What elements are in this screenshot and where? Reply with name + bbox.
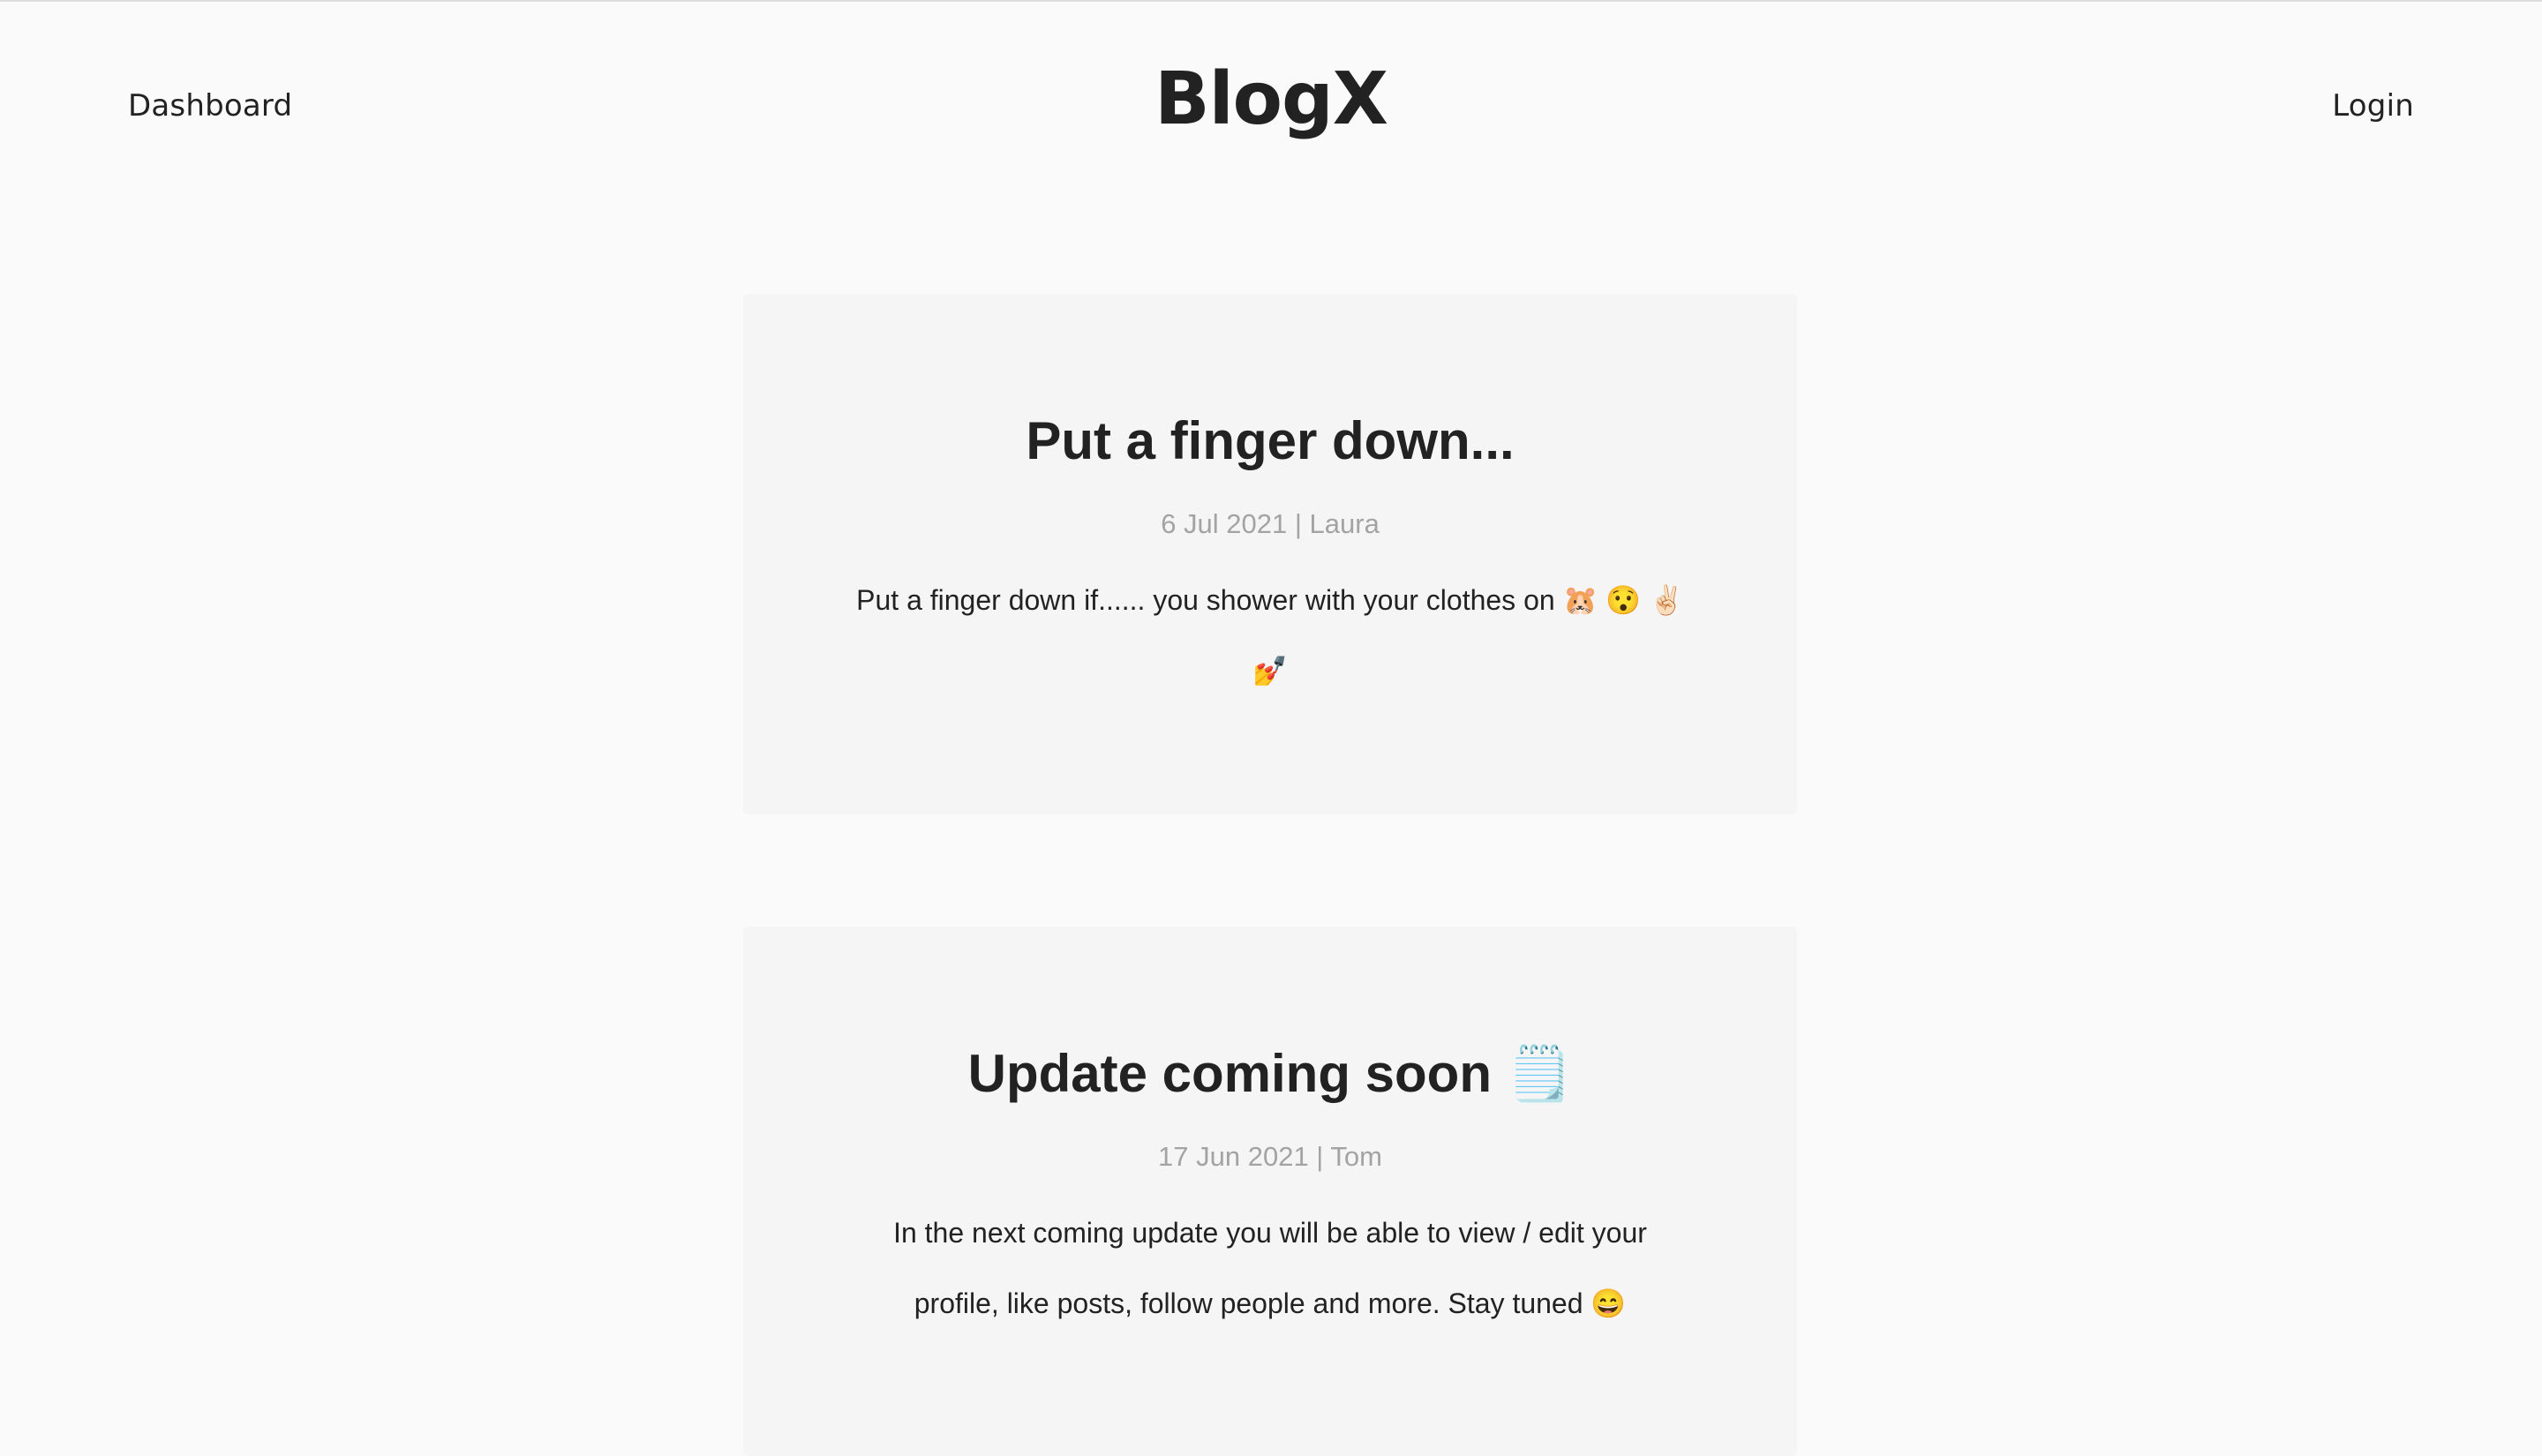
site-logo[interactable]: BlogX <box>0 64 2542 136</box>
login-link[interactable]: Login <box>2332 88 2414 124</box>
post-excerpt: Put a finger down if...... you shower wi… <box>856 584 1684 687</box>
post-title[interactable]: Put a finger down... <box>796 412 1744 470</box>
post-card[interactable]: Update coming soon 🗒️ 17 Jun 2021 | Tom … <box>743 927 1797 1456</box>
post-meta: 6 Jul 2021 | Laura <box>1161 508 1380 539</box>
post-excerpt: In the next coming update you will be ab… <box>893 1217 1647 1320</box>
top-navigation: Dashboard BlogX Login <box>0 0 2542 212</box>
post-card[interactable]: Put a finger down... 6 Jul 2021 | Laura … <box>743 294 1797 814</box>
post-title[interactable]: Update coming soon 🗒️ <box>796 1045 1744 1103</box>
post-meta: 17 Jun 2021 | Tom <box>1158 1141 1382 1172</box>
